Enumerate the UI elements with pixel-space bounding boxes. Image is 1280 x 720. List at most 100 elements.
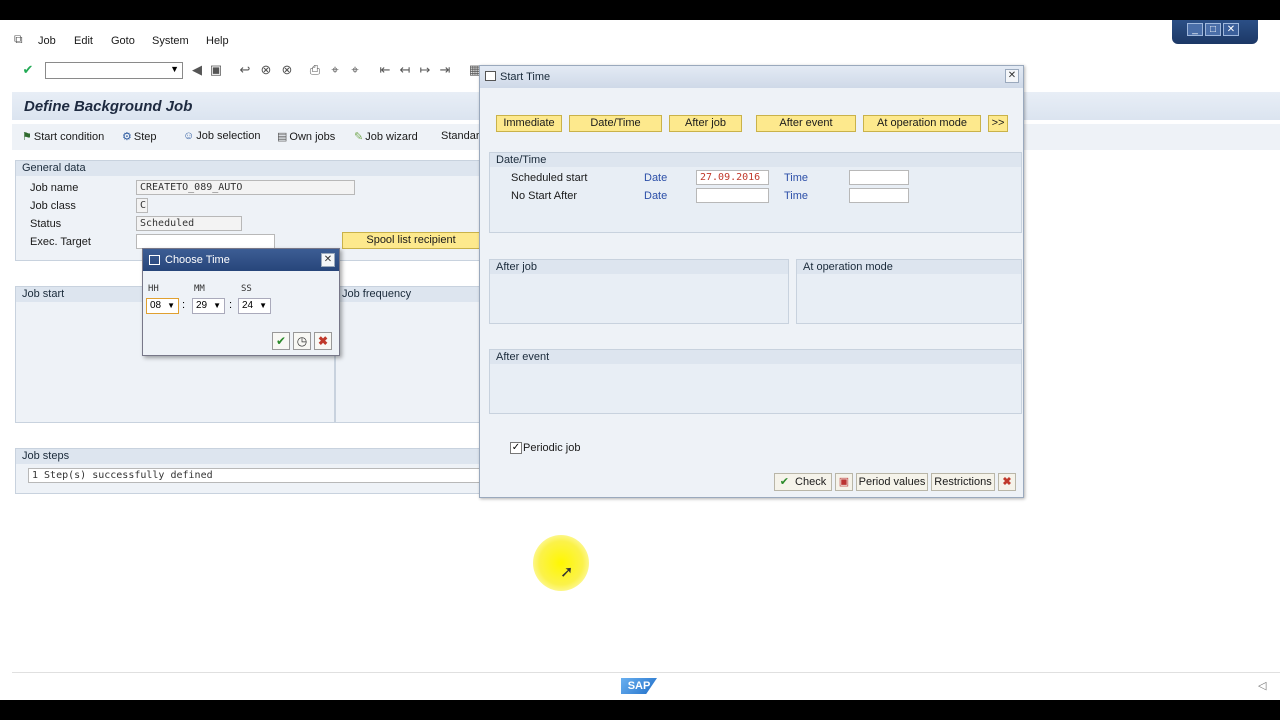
menu-job[interactable]: Job (38, 35, 56, 47)
save-button[interactable]: ▣ (835, 473, 853, 491)
cancel-icon[interactable]: ⊗ (280, 63, 294, 77)
job-frequency-group: Job frequency (335, 286, 480, 423)
after-job-header: After job (490, 260, 788, 274)
step-icon: ⚙ (122, 131, 132, 143)
find-icon[interactable]: ⌖ (328, 63, 342, 77)
chevron-down-icon[interactable]: ▼ (170, 64, 179, 74)
more-button[interactable]: >> (988, 115, 1008, 132)
job-wizard-button[interactable]: ✎ Job wizard (354, 130, 418, 143)
separator-ms: : (229, 299, 233, 311)
ss-label: SS (241, 284, 252, 294)
first-page-icon[interactable]: ⇤ (378, 63, 392, 77)
cancel-button[interactable]: ✖ (998, 473, 1016, 491)
find-next-icon[interactable]: ⌖ (348, 63, 362, 77)
no-start-time-field[interactable] (849, 188, 909, 203)
after-job-button[interactable]: After job (669, 115, 742, 132)
check-button[interactable]: ✔ Check (774, 473, 832, 491)
current-time-button[interactable]: ◷ (293, 332, 311, 350)
no-start-date-label: Date (644, 190, 668, 202)
standard-button[interactable]: Standard (441, 130, 479, 142)
exec-target-field[interactable] (136, 234, 275, 249)
close-icon[interactable]: ✕ (321, 253, 335, 267)
period-values-button[interactable]: Period values (856, 473, 928, 491)
start-time-title: Start Time (480, 66, 1023, 88)
after-event-button[interactable]: After event (756, 115, 856, 132)
prev-page-icon[interactable]: ↤ (398, 63, 412, 77)
wizard-icon: ✎ (354, 131, 364, 143)
job-class-label: Job class (30, 200, 76, 212)
document-icon: ▤ (277, 131, 288, 143)
job-name-field[interactable]: CREATETO_089_AUTO (136, 180, 355, 195)
enter-icon[interactable]: ✔ (21, 63, 35, 77)
status-field: Scheduled (136, 216, 242, 231)
cancel-icon: ✖ (1002, 476, 1012, 488)
restrictions-button[interactable]: Restrictions (931, 473, 995, 491)
menu-system[interactable]: System (152, 35, 189, 47)
own-jobs-button[interactable]: ▤ Own jobs (277, 130, 335, 143)
date-time-group: Date/Time Scheduled start Date 27.09.201… (489, 152, 1022, 233)
job-wizard-label: Job wizard (365, 131, 418, 143)
periodic-job-checkbox[interactable]: ✓ (510, 442, 522, 454)
next-page-icon[interactable]: ↦ (418, 63, 432, 77)
chevron-down-icon: ▼ (213, 301, 221, 310)
no-start-time-label: Time (784, 190, 809, 202)
check-icon: ✔ (779, 476, 790, 488)
scheduled-date-label: Date (644, 172, 668, 184)
chevron-down-icon: ▼ (167, 301, 175, 310)
general-data-header: General data (16, 161, 479, 176)
exit-icon[interactable]: ⊗ (259, 63, 273, 77)
person-icon: ☺ (183, 130, 195, 142)
status-toggle-icon[interactable]: ◁ (1258, 679, 1266, 692)
mm-label: MM (194, 284, 205, 294)
job-steps-header: Job steps (16, 449, 479, 464)
seconds-value: 24 (242, 300, 254, 311)
confirm-button[interactable]: ✔ (272, 332, 290, 350)
menu-edit[interactable]: Edit (74, 35, 93, 47)
job-steps-group: Job steps 1 Step(s) successfully defined (15, 448, 481, 494)
close-icon[interactable]: ✕ (1005, 69, 1019, 83)
save-icon: ▣ (838, 476, 850, 488)
immediate-button[interactable]: Immediate (496, 115, 562, 132)
minimize-button[interactable]: _ (1187, 23, 1203, 36)
minutes-select[interactable]: 29 ▼ (192, 298, 225, 314)
maximize-button[interactable]: □ (1205, 23, 1221, 36)
menu-goto[interactable]: Goto (111, 35, 135, 47)
cancel-button[interactable]: ✖ (314, 332, 332, 350)
start-time-title-text: Start Time (500, 71, 551, 83)
date-time-button[interactable]: Date/Time (569, 115, 662, 132)
choose-time-title-text: Choose Time (165, 254, 230, 266)
step-label: Step (133, 131, 157, 143)
minutes-value: 29 (196, 300, 208, 311)
scheduled-time-label: Time (784, 172, 809, 184)
job-class-field[interactable]: C (136, 198, 148, 213)
close-window-button[interactable]: ✕ (1223, 23, 1239, 36)
start-condition-button[interactable]: ⚑ Start condition (22, 130, 104, 143)
session-icon[interactable]: ⧉ (14, 32, 23, 47)
print-icon[interactable]: ⎙ (308, 63, 322, 77)
job-selection-button[interactable]: ☺ Job selection (183, 130, 260, 142)
date-time-header: Date/Time (490, 153, 1021, 167)
job-frequency-header: Job frequency (336, 287, 479, 302)
scheduled-date-field[interactable]: 27.09.2016 (696, 170, 769, 185)
at-operation-mode-button[interactable]: At operation mode (863, 115, 981, 132)
seconds-select[interactable]: 24 ▼ (238, 298, 271, 314)
last-page-icon[interactable]: ⇥ (438, 63, 452, 77)
back-icon[interactable]: ↩ (238, 63, 252, 77)
after-event-group: After event (489, 349, 1022, 414)
job-selection-label: Job selection (196, 130, 261, 142)
check-label: Check (795, 476, 827, 488)
menu-help[interactable]: Help (206, 35, 229, 47)
no-start-date-field[interactable] (696, 188, 769, 203)
step-button[interactable]: ⚙ Step (122, 130, 157, 143)
after-event-header: After event (490, 350, 1021, 364)
own-jobs-label: Own jobs (289, 131, 336, 143)
choose-time-title: Choose Time (143, 249, 339, 271)
command-field[interactable]: ▼ (45, 62, 183, 79)
scheduled-time-field[interactable] (849, 170, 909, 185)
save-icon[interactable]: ▣ (209, 63, 223, 77)
hours-select[interactable]: 08 ▼ (146, 298, 179, 314)
back-triangle-icon[interactable]: ◀ (190, 63, 204, 77)
after-job-group: After job (489, 259, 789, 324)
flag-icon: ⚑ (22, 131, 32, 143)
spool-list-recipient-button[interactable]: Spool list recipient (342, 232, 480, 249)
